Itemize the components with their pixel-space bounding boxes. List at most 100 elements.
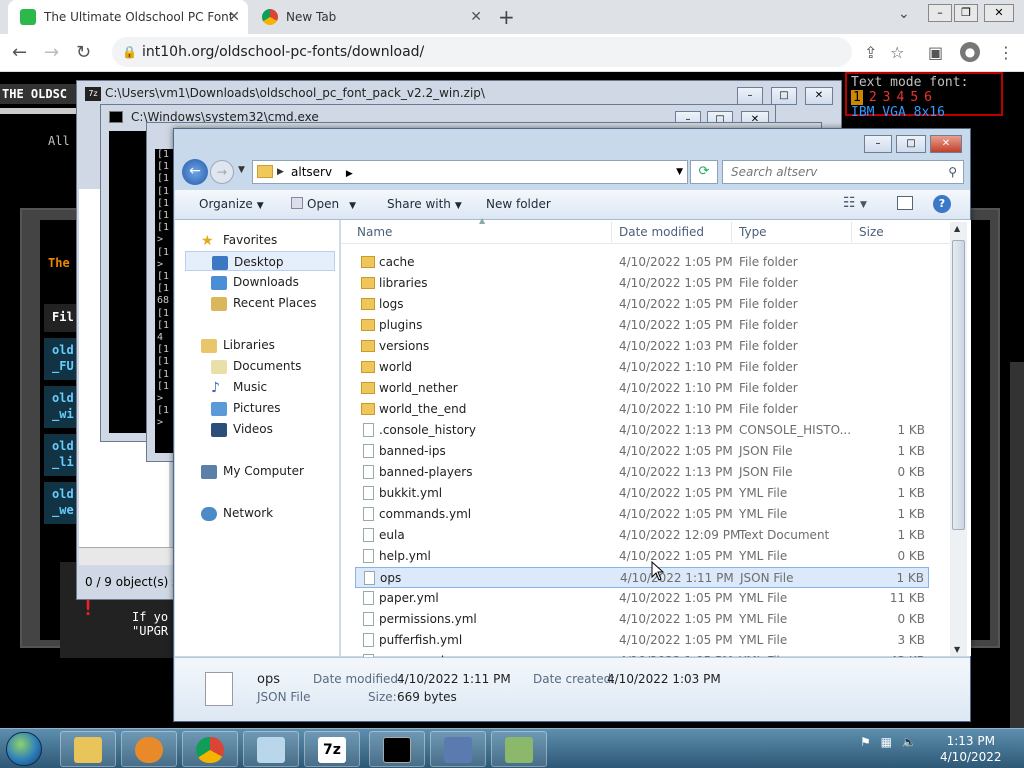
font-option[interactable]: 4 [896, 90, 904, 105]
cell-text[interactable]: old [52, 391, 74, 405]
editor-app[interactable] [491, 731, 547, 767]
cell-text[interactable]: _li [52, 455, 74, 469]
breadcrumb-altserv[interactable]: altserv [291, 165, 332, 179]
nav-documents[interactable]: Documents [211, 356, 301, 376]
column-header-date[interactable]: Date modified [619, 225, 704, 239]
media-player-app[interactable] [121, 731, 177, 767]
back-arrow-icon[interactable]: ← [182, 159, 208, 185]
refresh-icon[interactable]: ⟳ [690, 160, 718, 184]
maximize-button[interactable]: □ [771, 87, 797, 105]
maximize-button[interactable]: □ [896, 135, 926, 153]
bookmark-star-icon[interactable]: ☆ [890, 43, 904, 62]
scroll-up-icon[interactable]: ▲ [954, 224, 960, 233]
cell-text[interactable]: old [52, 487, 74, 501]
tab-oldschool-fonts[interactable]: The Ultimate Oldschool PC Font ✕ [8, 0, 248, 34]
open-button[interactable]: Open ▼ [291, 197, 356, 211]
minimize-button[interactable]: – [864, 135, 892, 153]
notepad-app[interactable] [243, 731, 299, 767]
action-center-icon[interactable]: ⚑ [860, 735, 871, 749]
chevron-right-icon[interactable]: ▶ [346, 169, 353, 179]
font-option[interactable]: 3 [883, 90, 891, 105]
nav-desktop[interactable]: Desktop [185, 251, 335, 271]
new-folder-button[interactable]: New folder [486, 197, 551, 211]
cell-text[interactable]: old [52, 439, 74, 453]
organize-button[interactable]: Organize ▼ [199, 197, 264, 211]
nav-videos[interactable]: Videos [211, 419, 273, 439]
file-row[interactable]: permissions.yml 4/10/2022 1:05 PM YML File… [355, 609, 929, 630]
file-row[interactable]: versions 4/10/2022 1:03 PM File folder [355, 336, 929, 357]
restore-button[interactable]: ❐ [954, 4, 978, 22]
scroll-down-icon[interactable]: ▼ [954, 645, 960, 654]
file-row[interactable]: paper.yml 4/10/2022 1:05 PM YML File 11 KB [355, 588, 929, 609]
nav-libraries[interactable]: Libraries [201, 335, 275, 355]
font-option[interactable]: 6 [924, 90, 932, 105]
side-panel-icon[interactable]: ▣ [928, 43, 943, 62]
forward-arrow-icon[interactable]: → [44, 42, 59, 63]
forward-arrow-icon[interactable]: → [210, 160, 234, 184]
file-row[interactable]: world_nether 4/10/2022 1:10 PM File folder [355, 378, 929, 399]
java-app[interactable] [430, 731, 486, 767]
page-scrollbar[interactable] [1010, 362, 1024, 728]
minimize-button[interactable]: – [928, 4, 952, 22]
close-window-button[interactable]: ✕ [984, 4, 1014, 22]
start-button[interactable] [6, 732, 42, 766]
reload-icon[interactable]: ↻ [76, 42, 91, 63]
file-row[interactable]: bukkit.yml 4/10/2022 1:05 PM YML File 1 KB [355, 483, 929, 504]
search-icon[interactable]: ⚲ [948, 161, 957, 183]
volume-icon[interactable]: 🔈 [902, 735, 917, 749]
close-tab-icon[interactable]: ✕ [228, 9, 240, 25]
column-header-size[interactable]: Size [859, 225, 884, 239]
share-with-button[interactable]: Share with ▼ [387, 197, 462, 211]
column-divider[interactable] [851, 222, 852, 242]
vertical-scrollbar[interactable]: ▲ ▼ [950, 222, 967, 656]
tab-search-chevron-icon[interactable]: ⌄ [898, 6, 910, 22]
chevron-right-icon[interactable]: ▶ [277, 161, 284, 183]
file-row[interactable]: world 4/10/2022 1:10 PM File folder [355, 357, 929, 378]
chrome-app[interactable] [182, 731, 238, 767]
cell-text[interactable]: _we [52, 503, 74, 517]
new-tab-button[interactable]: + [498, 5, 515, 29]
cell-text[interactable]: _wi [52, 407, 74, 421]
font-option[interactable]: 5 [910, 90, 918, 105]
nav-network[interactable]: Network [201, 503, 273, 523]
address-bar[interactable]: 🔒 int10h.org/oldschool-pc-fonts/download… [112, 37, 852, 67]
explorer-app[interactable] [60, 731, 116, 767]
tab-new-tab[interactable]: New Tab ✕ [250, 0, 490, 34]
minimize-button[interactable]: – [737, 87, 763, 105]
network-tray-icon[interactable]: ▦ [881, 735, 892, 749]
file-row[interactable]: cache 4/10/2022 1:05 PM File folder [355, 252, 929, 273]
file-row[interactable]: logs 4/10/2022 1:05 PM File folder [355, 294, 929, 315]
file-row[interactable]: ops 4/10/2022 1:11 PM JSON File 1 KB [355, 567, 929, 588]
nav-downloads[interactable]: Downloads [211, 272, 299, 292]
file-row[interactable]: eula 4/10/2022 12:09 PM Text Document 1 KB [355, 525, 929, 546]
search-input[interactable]: Search altserv ⚲ [722, 160, 964, 184]
nav-music[interactable]: ♪ Music [211, 377, 267, 397]
address-field[interactable]: ▶ altserv ▶ ▼ [252, 160, 688, 184]
clock[interactable]: 1:13 PM 4/10/2022 [940, 733, 1002, 765]
nav-my-computer[interactable]: My Computer [201, 461, 304, 481]
column-divider[interactable] [611, 222, 612, 242]
file-row[interactable]: libraries 4/10/2022 1:05 PM File folder [355, 273, 929, 294]
nav-favorites[interactable]: ★ Favorites [201, 230, 277, 250]
share-icon[interactable]: ⇪ [864, 43, 877, 62]
file-row[interactable]: .console_history 4/10/2022 1:13 PM CONSOLE… [355, 420, 929, 441]
nav-recent-places[interactable]: Recent Places [211, 293, 316, 313]
profile-avatar-icon[interactable]: ● [960, 42, 980, 62]
cell-text[interactable]: _FU [52, 359, 74, 373]
7zip-app[interactable]: 7z [304, 731, 360, 767]
preview-pane-icon[interactable] [897, 196, 913, 210]
close-button[interactable]: ✕ [805, 87, 833, 105]
file-row[interactable]: banned-ips 4/10/2022 1:05 PM JSON File 1 KB [355, 441, 929, 462]
file-row[interactable]: plugins 4/10/2022 1:05 PM File folder [355, 315, 929, 336]
font-option[interactable]: 2 [869, 90, 877, 105]
help-icon[interactable]: ? [933, 195, 951, 213]
file-row[interactable]: commands.yml 4/10/2022 1:05 PM YML File 1 K… [355, 504, 929, 525]
view-options-icon[interactable]: ☷ ▼ [843, 195, 867, 211]
cell-text[interactable]: old [52, 343, 74, 357]
recent-pages-chevron-icon[interactable]: ▼ [238, 165, 245, 175]
nav-pictures[interactable]: Pictures [211, 398, 281, 418]
chevron-down-icon[interactable]: ▼ [676, 161, 683, 183]
font-option[interactable]: 1 [851, 90, 863, 105]
column-header-type[interactable]: Type [739, 225, 767, 239]
file-row[interactable]: world_the_end 4/10/2022 1:10 PM File folde… [355, 399, 929, 420]
